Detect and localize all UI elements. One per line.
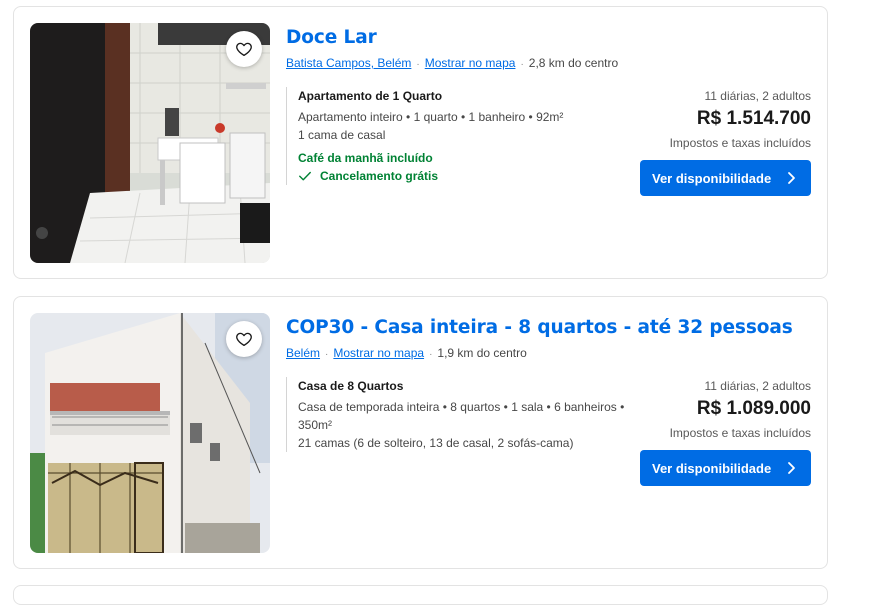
save-favorite-button[interactable] (226, 321, 262, 357)
show-on-map-link[interactable]: Mostrar no mapa (333, 346, 424, 360)
taxes-note: Impostos e taxas incluídos (669, 136, 811, 150)
checkmark-icon (299, 171, 311, 181)
breakfast-badge: Café da manhã incluído (298, 151, 433, 165)
property-card (13, 585, 828, 605)
separator-dot: · (416, 59, 420, 70)
price: R$ 1.089.000 (696, 398, 811, 419)
location-link[interactable]: Batista Campos, Belém (286, 56, 411, 70)
distance-text: 2,8 km do centro (528, 56, 619, 70)
see-availability-button[interactable]: Ver disponibilidade (640, 160, 811, 196)
property-info: Doce Lar Batista Campos, Belém · Mostrar n… (286, 23, 811, 262)
property-card: Doce Lar Batista Campos, Belém · Mostrar n… (13, 6, 828, 279)
price: R$ 1.514.700 (696, 108, 811, 129)
see-availability-button[interactable]: Ver disponibilidade (640, 450, 811, 486)
price-block: 11 diárias, 2 adultos R$ 1.089.000 Impos… (611, 377, 811, 442)
heart-outline-icon (236, 332, 252, 347)
separator-dot: · (520, 59, 524, 70)
property-card: COP30 - Casa inteira - 8 quartos - até 3… (13, 296, 828, 569)
chevron-right-icon (788, 172, 795, 184)
heart-outline-icon (236, 42, 252, 57)
nights-guests: 11 diárias, 2 adultos (704, 89, 811, 103)
bed-info: 21 camas (6 de solteiro, 13 de casal, 2 … (298, 436, 574, 450)
see-availability-label: Ver disponibilidade (652, 170, 772, 186)
nights-guests: 11 diárias, 2 adultos (704, 379, 811, 393)
separator-dot: · (325, 349, 329, 360)
property-info: COP30 - Casa inteira - 8 quartos - até 3… (286, 313, 811, 552)
free-cancellation: Cancelamento grátis (298, 167, 633, 185)
show-on-map-link[interactable]: Mostrar no mapa (425, 56, 516, 70)
distance-text: 1,9 km do centro (437, 346, 527, 360)
see-availability-label: Ver disponibilidade (652, 460, 772, 476)
unit-specs: Apartamento inteiro • 1 quarto • 1 banhe… (298, 110, 564, 124)
save-favorite-button[interactable] (226, 31, 262, 67)
location-line: Batista Campos, Belém · Mostrar no mapa · 2,… (286, 54, 811, 74)
unit-details: Casa de 8 Quartos Casa de temporada inte… (286, 377, 633, 452)
location-line: Belém · Mostrar no mapa · 1,9 km do centro (286, 344, 811, 364)
property-photo[interactable] (30, 23, 270, 263)
unit-details: Apartamento de 1 Quarto Apartamento inte… (286, 87, 633, 185)
separator-dot: · (429, 349, 433, 360)
price-block: 11 diárias, 2 adultos R$ 1.514.700 Impos… (611, 87, 811, 152)
taxes-note: Impostos e taxas incluídos (669, 426, 811, 440)
unit-specs: Casa de temporada inteira • 8 quartos • … (298, 400, 625, 432)
property-title[interactable]: COP30 - Casa inteira - 8 quartos - até 3… (286, 313, 811, 343)
cancellation-label: Cancelamento grátis (320, 169, 439, 183)
unit-title: Apartamento de 1 Quarto (298, 89, 443, 103)
location-link[interactable]: Belém (286, 346, 320, 360)
bed-info: 1 cama de casal (298, 128, 386, 142)
property-photo[interactable] (30, 313, 270, 553)
chevron-right-icon (788, 462, 795, 474)
property-title[interactable]: Doce Lar (286, 23, 811, 53)
unit-title: Casa de 8 Quartos (298, 379, 404, 393)
